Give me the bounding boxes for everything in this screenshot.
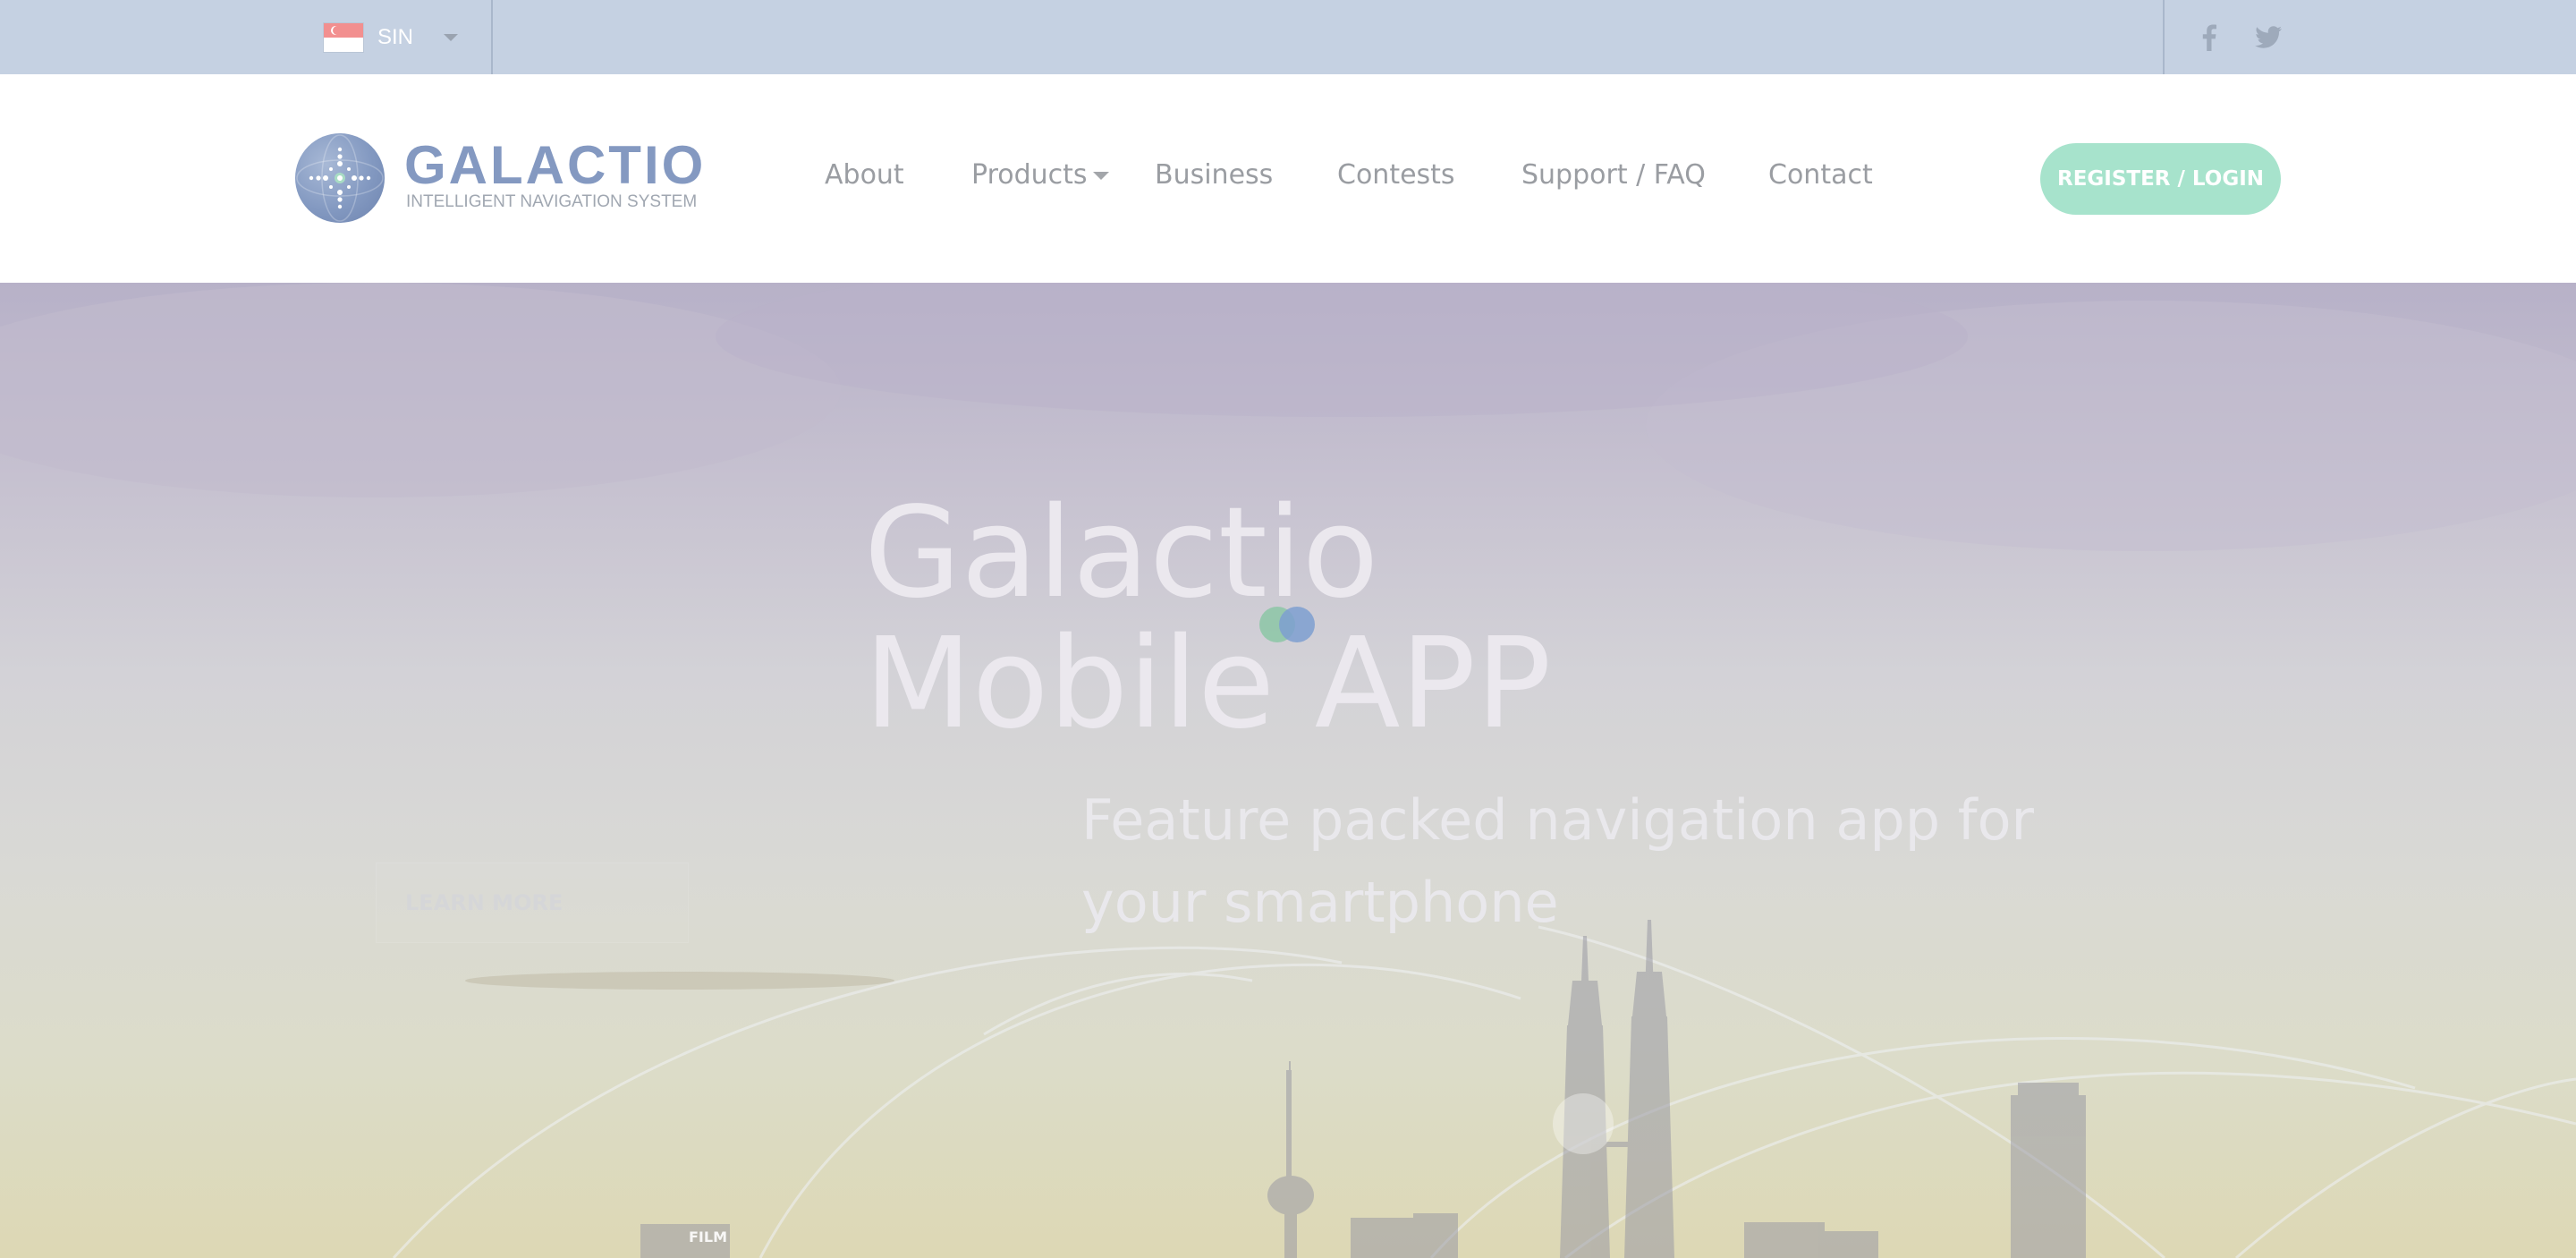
nav-business[interactable]: Business — [1155, 159, 1273, 191]
nav-contests[interactable]: Contests — [1337, 159, 1455, 191]
twitter-icon[interactable] — [2250, 0, 2286, 74]
nav-contact[interactable]: Contact — [1768, 159, 1873, 191]
top-bar: SIN — [0, 0, 2576, 74]
nav-products[interactable]: Products — [971, 159, 1109, 191]
hero-subtitle-line-1: Feature packed navigation app for — [1081, 787, 2035, 853]
facebook-icon[interactable] — [2193, 0, 2225, 74]
hero-title-line-1: Galactio — [864, 480, 1379, 626]
billboard-text: FILM — [689, 1228, 727, 1245]
loading-dots-icon — [1259, 607, 1317, 642]
hero-title: Galactio Mobile APP — [864, 489, 1551, 750]
city-skyline-illustration: FILM — [0, 283, 2576, 1258]
nav-support-faq[interactable]: Support / FAQ — [1521, 159, 1706, 191]
language-code: SIN — [377, 24, 414, 49]
hero-title-line-2: Mobile APP — [864, 611, 1552, 757]
hero-banner: FILM Galactio Mobile APP Feature packed … — [0, 283, 2576, 1258]
language-selector[interactable]: SIN — [322, 0, 492, 74]
caret-down-icon — [444, 33, 459, 41]
hero-subtitle-line-2: your smartphone — [1081, 870, 1559, 935]
register-login-button[interactable]: REGISTER / LOGIN — [2040, 143, 2281, 215]
learn-more-button[interactable]: LEARN MORE — [376, 863, 689, 943]
singapore-flag-icon — [324, 22, 363, 52]
topbar-divider-left — [491, 0, 493, 74]
hero-subtitle: Feature packed navigation app for your s… — [1081, 779, 2034, 944]
topbar-divider-right — [2163, 0, 2165, 74]
nav-about[interactable]: About — [825, 159, 904, 191]
chevron-down-icon — [1092, 172, 1109, 180]
site-header: GALACTIO INTELLIGENT NAVIGATION SYSTEM A… — [0, 74, 2576, 283]
nav-products-label: Products — [971, 159, 1088, 191]
